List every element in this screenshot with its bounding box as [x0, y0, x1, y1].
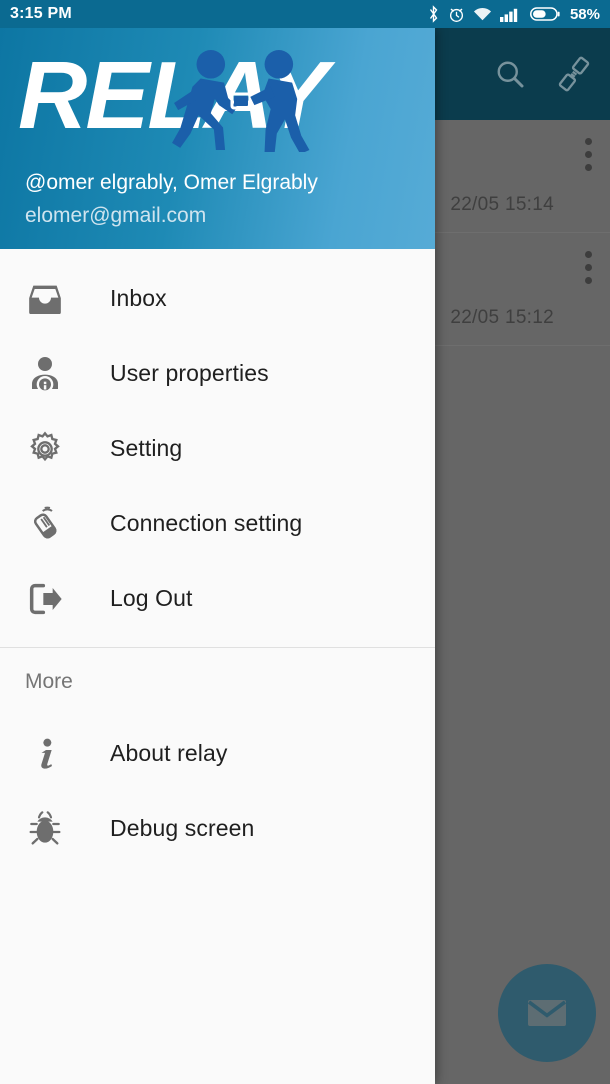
status-bar-clock: 3:15 PM [10, 5, 72, 22]
status-bar-icons: 58% [427, 5, 600, 23]
sidebar-item-about-relay[interactable]: About relay [0, 716, 435, 791]
sidebar-item-label: Connection setting [110, 510, 303, 536]
overflow-menu-icon[interactable] [582, 251, 594, 284]
sidebar-item-connection-setting[interactable]: Connection setting [0, 486, 435, 561]
battery-percentage: 58% [569, 5, 600, 23]
more-section-label: More [25, 670, 73, 693]
sidebar-item-label: Debug screen [110, 815, 255, 841]
sidebar-item-label: Log Out [110, 585, 193, 611]
battery-icon [529, 7, 560, 21]
drawer-menu: Inbox User properties Setting Connection… [0, 249, 435, 866]
message-timestamp: 22/05 15:14 [450, 194, 554, 215]
wireless-device-icon [22, 501, 68, 547]
gear-icon [22, 426, 68, 472]
logout-icon [22, 576, 68, 622]
sidebar-item-label: User properties [110, 360, 269, 386]
wifi-icon [473, 7, 492, 20]
phone-share-icon[interactable] [546, 46, 602, 102]
cellular-signal-icon [499, 8, 518, 22]
search-icon[interactable] [482, 46, 538, 102]
sidebar-item-user-properties[interactable]: User properties [0, 336, 435, 411]
sidebar-item-inbox[interactable]: Inbox [0, 261, 435, 336]
drawer-header: RELAY @omer elgrably, Omer Elgrably elom… [0, 28, 435, 249]
account-name: @omer elgrably, Omer Elgrably [25, 171, 318, 194]
account-email: elomer@gmail.com [25, 204, 207, 227]
user-info-icon [22, 351, 68, 397]
phone-screen: 22/05 15:14 22/05 15:12 RELAY @omer elgr… [0, 0, 610, 1084]
envelope-icon [527, 1000, 567, 1026]
message-timestamp: 22/05 15:12 [450, 307, 554, 328]
bug-icon [22, 806, 68, 852]
info-icon [22, 731, 68, 777]
sidebar-item-label: Setting [110, 435, 183, 461]
relay-logo: RELAY [18, 40, 418, 155]
toolbar-actions [482, 28, 602, 120]
sidebar-item-log-out[interactable]: Log Out [0, 561, 435, 636]
sidebar-item-label: About relay [110, 740, 228, 766]
sidebar-item-setting[interactable]: Setting [0, 411, 435, 486]
inbox-icon [22, 276, 68, 322]
navigation-drawer: RELAY @omer elgrably, Omer Elgrably elom… [0, 28, 435, 1084]
sidebar-item-label: Inbox [110, 285, 167, 311]
overflow-menu-icon[interactable] [582, 138, 594, 171]
compose-message-fab[interactable] [498, 964, 596, 1062]
bluetooth-icon [429, 5, 438, 23]
sidebar-item-debug-screen[interactable]: Debug screen [0, 791, 435, 866]
alarm-icon [449, 8, 463, 22]
status-bar: 3:15 PM 58% [0, 0, 610, 28]
